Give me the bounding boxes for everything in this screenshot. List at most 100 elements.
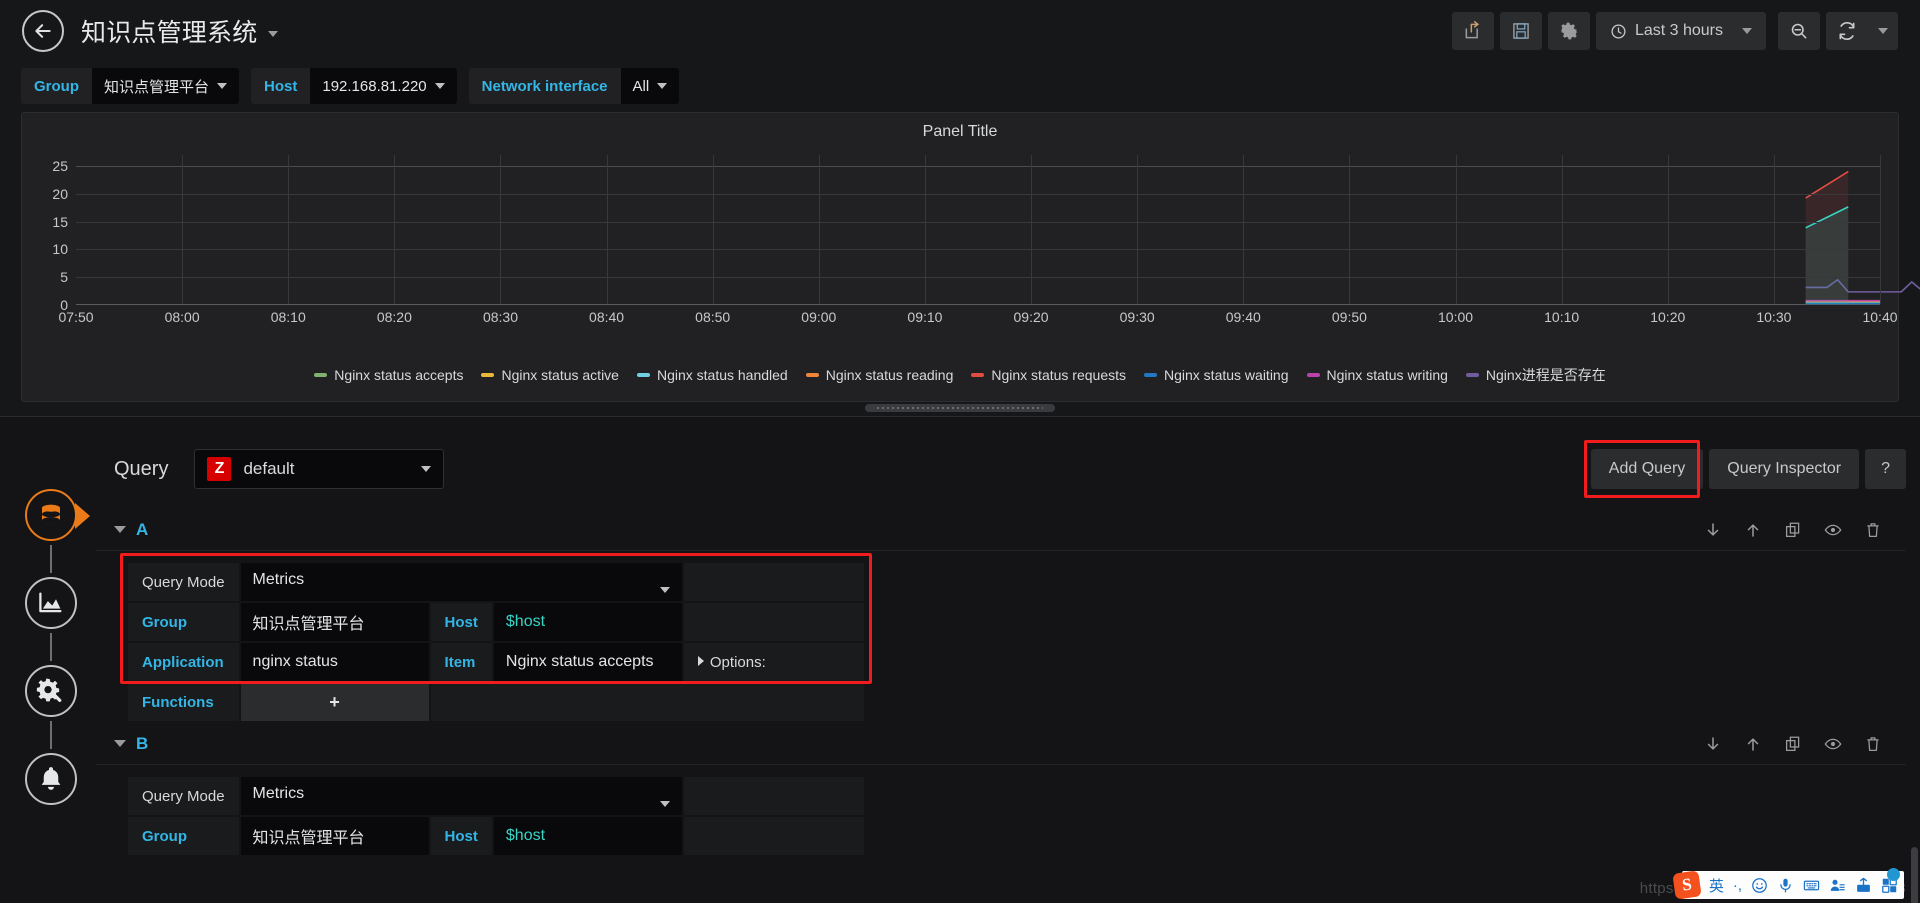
spacer-cell [683, 603, 864, 641]
y-axis-tick: 25 [52, 158, 68, 175]
query-inspector-button[interactable]: Query Inspector [1709, 449, 1860, 489]
variable-value-host-text: 192.168.81.220 [322, 77, 427, 95]
keyboard-icon [1803, 880, 1820, 890]
ime-softkeyboard-button[interactable] [1803, 877, 1820, 894]
label-query-mode: Query Mode [128, 777, 239, 815]
general-tab[interactable] [21, 661, 81, 721]
queries-tab[interactable] [21, 485, 90, 545]
refresh-button[interactable] [1826, 12, 1868, 50]
refresh-interval-dropdown[interactable] [1868, 12, 1898, 50]
arrow-up-query-button[interactable] [1744, 521, 1762, 539]
grid-line-horizontal [76, 166, 1880, 168]
field-group[interactable]: 知识点管理平台 [240, 817, 429, 855]
add-function-button[interactable]: + [240, 683, 429, 721]
field-application[interactable]: nginx status [240, 643, 429, 681]
help-button[interactable]: ? [1865, 449, 1906, 489]
query-letter: B [136, 733, 149, 753]
collapse-query-toggle[interactable] [114, 526, 126, 533]
ime-lang-toggle[interactable]: 英 [1709, 875, 1724, 896]
dashboard-title[interactable]: 知识点管理系统 [81, 13, 279, 49]
duplicate-query-button[interactable] [1784, 521, 1802, 539]
legend-item[interactable]: Nginx status active [481, 367, 619, 383]
panel-resize-handle[interactable] [865, 404, 1055, 412]
tab-circle [25, 665, 77, 717]
ime-status-dot [1887, 867, 1900, 881]
field-group[interactable]: 知识点管理平台 [240, 603, 429, 641]
ime-apps-button[interactable] [1881, 867, 1900, 894]
field-host[interactable]: $host [493, 817, 682, 855]
share-button[interactable] [1451, 12, 1494, 50]
x-axis-tick: 09:10 [907, 309, 943, 325]
user-icon [1830, 879, 1845, 891]
table-row: Functions + [128, 683, 864, 721]
tab-connector [50, 633, 52, 661]
arrow-up-query-button[interactable] [1744, 735, 1762, 753]
eye-query-button[interactable] [1824, 521, 1842, 539]
legend-label: Nginx status writing [1326, 367, 1448, 383]
variable-value-group[interactable]: 知识点管理平台 [92, 68, 240, 104]
dashboard-settings-button[interactable] [1547, 12, 1590, 50]
alert-tab[interactable] [21, 749, 81, 809]
arrow-down-query-button[interactable] [1704, 521, 1722, 539]
legend-item[interactable]: Nginx status writing [1306, 367, 1448, 383]
query-row-header-B: B [96, 723, 1906, 765]
zoom-out-button[interactable] [1778, 12, 1820, 50]
graph-panel[interactable]: Panel Title 0 5 10 15 20 25 07:50 08:00 08:10 08… [21, 112, 1899, 402]
field-query-mode[interactable]: Metrics [240, 777, 682, 815]
legend-item[interactable]: Nginx status handled [636, 367, 788, 383]
table-row: Group 知识点管理平台 Host $host [128, 817, 864, 855]
spacer-cell [683, 777, 864, 815]
tab-connector [50, 545, 52, 573]
add-query-button[interactable]: Add Query [1590, 449, 1704, 489]
field-host[interactable]: $host [493, 603, 682, 641]
legend-item[interactable]: Nginx status waiting [1144, 367, 1289, 383]
duplicate-query-button[interactable] [1784, 735, 1802, 753]
x-axis-tick: 08:00 [164, 309, 200, 325]
editor-scrollbar[interactable] [1911, 847, 1918, 903]
query-letter: A [136, 519, 149, 539]
legend-item[interactable]: Nginx status requests [971, 367, 1126, 383]
legend-item[interactable]: Nginx status accepts [314, 367, 463, 383]
variable-label-host: Host [251, 68, 311, 104]
legend-item[interactable]: Nginx进程是否存在 [1465, 365, 1606, 385]
ime-account-button[interactable] [1829, 877, 1846, 894]
variable-group: Group 知识点管理平台 [21, 68, 240, 104]
ime-emoji-button[interactable] [1751, 877, 1768, 894]
chevron-down-icon [434, 83, 445, 89]
collapse-query-toggle[interactable] [114, 740, 126, 747]
save-dashboard-button[interactable] [1499, 12, 1542, 50]
arrow-down-query-button[interactable] [1704, 735, 1722, 753]
label-query-mode: Query Mode [128, 563, 239, 601]
trash-query-button[interactable] [1864, 521, 1882, 539]
legend-item[interactable]: Nginx status reading [805, 367, 953, 383]
variable-network-interface: Network interface All [468, 68, 680, 104]
field-query-mode[interactable]: Metrics [240, 563, 682, 601]
x-axis-tick: 10:00 [1437, 309, 1474, 325]
ime-punctuation-toggle[interactable]: ·, [1733, 877, 1742, 894]
ime-toolbox-button[interactable] [1855, 877, 1872, 894]
label-application: Application [128, 643, 239, 681]
field-item[interactable]: Nginx status accepts [493, 643, 682, 681]
ime-voice-button[interactable] [1777, 877, 1794, 894]
visualization-tab[interactable] [21, 573, 81, 633]
chart-area-icon [39, 592, 62, 613]
time-range-picker[interactable]: Last 3 hours [1595, 12, 1766, 50]
options-toggle[interactable]: Options: [683, 643, 864, 681]
variable-value-network-interface-text: All [632, 77, 650, 95]
variable-value-group-text: 知识点管理平台 [104, 78, 210, 96]
panel-title[interactable]: Panel Title [22, 113, 1898, 141]
time-range-label: Last 3 hours [1634, 22, 1723, 39]
sogou-logo-icon[interactable]: S [1672, 870, 1702, 900]
gear-wrench-icon [36, 678, 62, 702]
variable-value-host[interactable]: 192.168.81.220 [310, 68, 457, 104]
chevron-down-icon [659, 801, 670, 807]
variable-value-network-interface[interactable]: All [620, 68, 680, 104]
table-row: Query Mode Metrics [128, 563, 864, 601]
grid-line-vertical [1243, 155, 1245, 304]
back-button[interactable] [22, 10, 64, 52]
datasource-picker[interactable]: Z default [194, 449, 445, 489]
chevron-down-icon [421, 466, 432, 472]
trash-query-button[interactable] [1864, 735, 1882, 753]
dashboard-title-text: 知识点管理系统 [81, 19, 258, 47]
eye-query-button[interactable] [1824, 735, 1842, 753]
